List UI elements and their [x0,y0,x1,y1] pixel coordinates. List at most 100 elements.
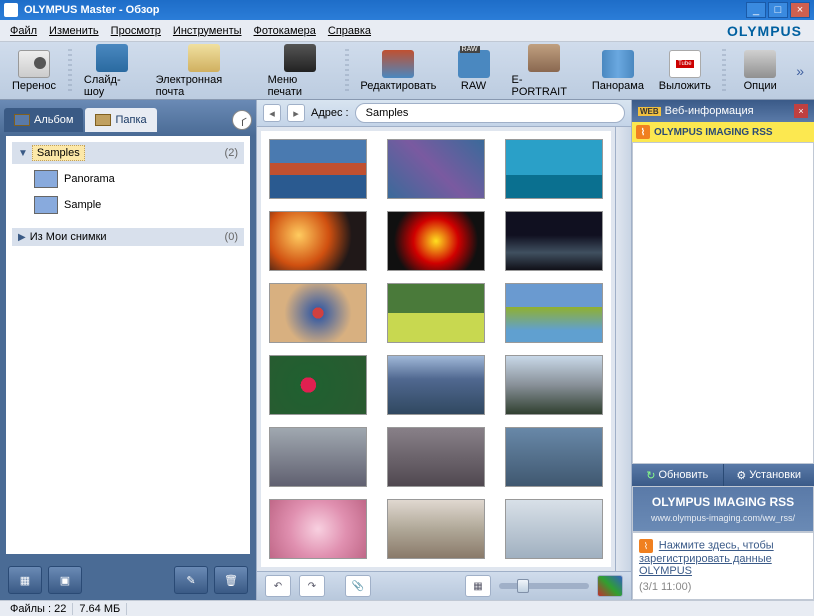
thumbnail[interactable] [387,211,485,271]
thumbnail[interactable] [505,499,603,559]
rotate-left-button[interactable]: ↶ [265,575,291,597]
attach-button[interactable]: 📎 [345,575,371,597]
thumbnail[interactable] [505,211,603,271]
tool-upload[interactable]: TubeВыложить [653,48,716,94]
slideshow-icon [96,44,128,72]
clock-icon[interactable] [232,110,252,130]
refresh-button[interactable]: ↻Обновить [632,464,724,486]
tool-raw[interactable]: RAWRAW [446,48,502,94]
tool-slideshow[interactable]: Слайд-шоу [78,42,146,100]
folder-icon [95,114,111,126]
thumbnail[interactable] [269,211,367,271]
rss-box-url: www.olympus-imaging.com/ww_rss/ [641,513,805,523]
collapse-arrow-icon: ▼ [18,148,28,159]
menubar: Файл Изменить Просмотр Инструменты Фоток… [0,20,814,42]
tree-header-myshots[interactable]: ▶ Из Мои снимки (0) [12,228,244,246]
open-button[interactable]: ▣ [48,566,82,594]
thumbnail[interactable] [269,139,367,199]
tool-panorama[interactable]: Панорама [586,48,649,94]
toolbar-separator [345,49,349,93]
new-folder-button[interactable]: ▦ [8,566,42,594]
thumbnail[interactable] [505,427,603,487]
tree-label: Из Мои снимки [30,231,107,243]
status-files: Файлы : 22 [4,603,73,615]
close-button[interactable]: × [790,2,810,18]
view-grid-large-button[interactable] [597,575,623,597]
thumbnail[interactable] [387,427,485,487]
delete-button[interactable]: 🗑 [214,566,248,594]
thumbnail-grid [261,131,611,567]
edit-icon [382,50,414,78]
address-label: Адрес : [311,107,349,119]
center-panel: ◂ ▸ Адрес : Samples [256,100,632,600]
left-panel: Альбом Папка ▼ Samples (2) Panorama Samp… [0,100,256,600]
address-bar: ◂ ▸ Адрес : Samples [257,100,631,127]
edit-button[interactable]: ✎ [174,566,208,594]
rotate-right-button[interactable]: ↷ [299,575,325,597]
portrait-icon [528,44,560,72]
thumbnail[interactable] [387,499,485,559]
web-info-header: WEB Веб-информация × [632,100,814,122]
tab-folder[interactable]: Папка [85,108,156,132]
nav-forward-button[interactable]: ▸ [287,104,305,122]
window-title: OLYMPUS Master - Обзор [24,4,744,16]
menu-camera[interactable]: Фотокамера [248,23,322,39]
thumbnail[interactable] [269,427,367,487]
thumbnail[interactable] [387,139,485,199]
scrollbar[interactable] [615,127,631,571]
tree-item-sample[interactable]: Sample [12,192,244,218]
tree-header-samples[interactable]: ▼ Samples (2) [12,142,244,164]
thumbnail[interactable] [505,355,603,415]
panel-close-button[interactable]: × [794,104,808,118]
menu-file[interactable]: Файл [4,23,43,39]
menu-help[interactable]: Справка [322,23,377,39]
web-info-title: Веб-информация [665,105,754,117]
view-grid-small-button[interactable]: ▦ [465,575,491,597]
rss-item-date: (3/1 11:00) [639,581,807,593]
toolbar-separator [722,49,726,93]
youtube-icon: Tube [669,50,701,78]
rss-box-title: OLYMPUS IMAGING RSS [641,495,805,509]
statusbar: Файлы : 22 7.64 МБ [0,600,814,616]
address-input[interactable]: Samples [355,103,625,123]
thumbnail[interactable] [387,283,485,343]
tool-email[interactable]: Электронная почта [150,42,258,100]
thumbnail-toolbar: ↶ ↷ 📎 ▦ [257,571,631,600]
panel-tabs: Альбом Папка [0,100,256,136]
settings-button[interactable]: ⚙Установки [724,464,814,486]
tool-print[interactable]: Меню печати [262,42,340,100]
options-icon [744,50,776,78]
tool-transfer[interactable]: Перенос [6,48,62,94]
tool-edit[interactable]: Редактировать [355,48,441,94]
thumbnail[interactable] [269,499,367,559]
rss-item-link[interactable]: Нажмите здесь, чтобы зарегистрировать да… [639,540,774,577]
tool-options[interactable]: Опции [732,48,788,94]
tool-eportrait[interactable]: E-PORTRAIT [506,42,583,100]
minimize-button[interactable]: _ [746,2,766,18]
tab-album[interactable]: Альбом [4,108,83,132]
rss-icon: ⌇ [636,125,650,139]
thumbnail[interactable] [505,283,603,343]
thumbnail-icon [34,170,58,188]
thumbnail-icon [34,196,58,214]
toolbar-overflow[interactable]: » [792,59,808,83]
menu-view[interactable]: Просмотр [105,23,167,39]
maximize-button[interactable]: □ [768,2,788,18]
thumbnail[interactable] [387,355,485,415]
panorama-icon [602,50,634,78]
menu-tools[interactable]: Инструменты [167,23,248,39]
thumbnail[interactable] [269,355,367,415]
tree-item-panorama[interactable]: Panorama [12,166,244,192]
zoom-slider[interactable] [499,583,589,589]
thumbnail[interactable] [269,283,367,343]
titlebar: OLYMPUS Master - Обзор _ □ × [0,0,814,20]
brand-label: OLYMPUS [727,23,810,39]
rss-info-box: OLYMPUS IMAGING RSS www.olympus-imaging.… [632,486,814,532]
nav-back-button[interactable]: ◂ [263,104,281,122]
rss-buttons: ↻Обновить ⚙Установки [632,464,814,486]
thumbnail[interactable] [505,139,603,199]
rss-content [632,142,814,464]
slider-knob[interactable] [517,579,529,593]
status-size: 7.64 МБ [73,603,127,615]
menu-edit[interactable]: Изменить [43,23,105,39]
